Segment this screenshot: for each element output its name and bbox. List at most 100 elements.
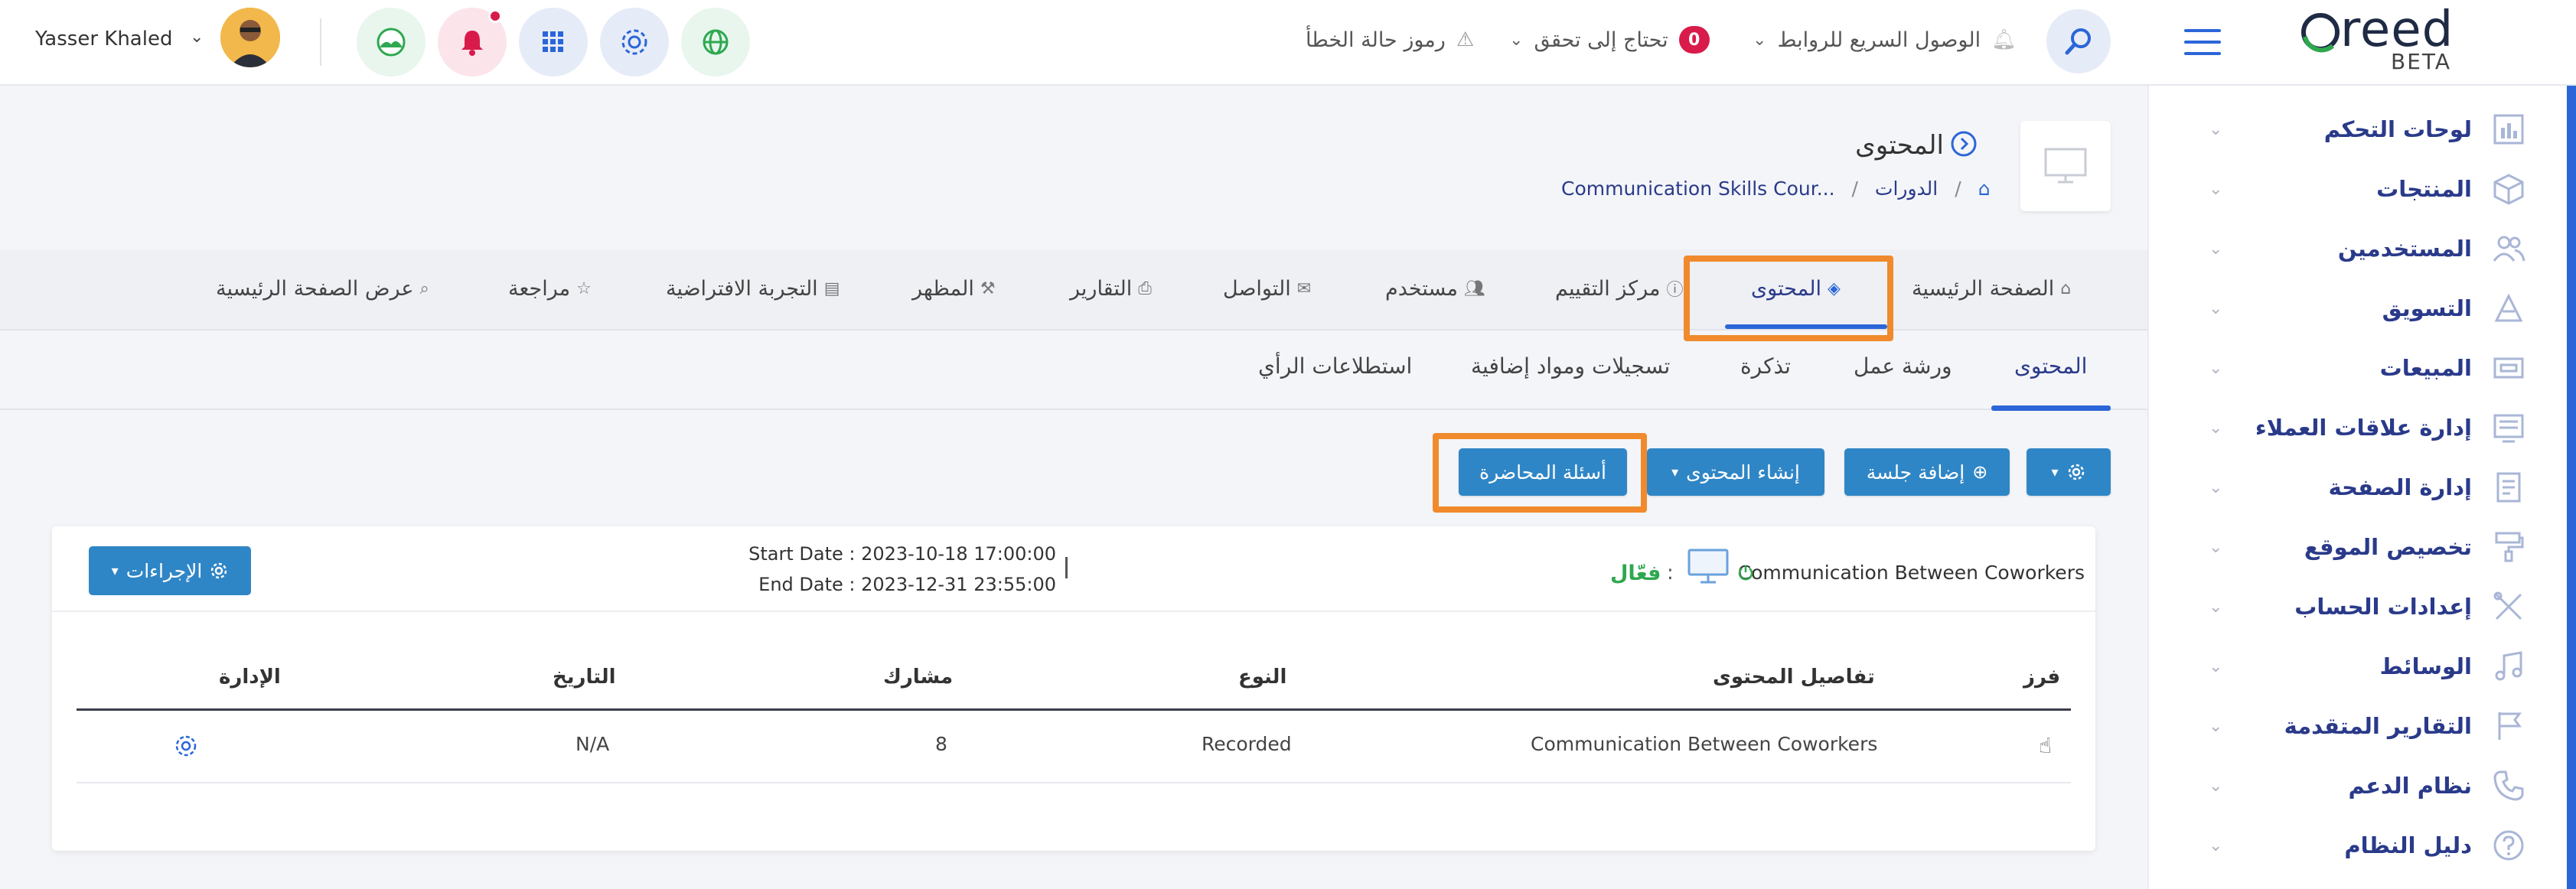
tab-content[interactable]: ◈ المحتوى: [1751, 269, 1841, 308]
sidebar-item-label: دليل النظام: [2344, 832, 2472, 858]
breadcrumb-separator: /: [1955, 177, 1961, 200]
sidebar-item-site-customization[interactable]: ⌄ تخصيص الموقع: [2149, 517, 2576, 577]
table-header-divider: [77, 708, 2071, 711]
page-title: المحتوى: [1855, 130, 1944, 161]
paint-roller-icon: [2490, 529, 2527, 565]
breadcrumb-courses[interactable]: الدورات: [1875, 177, 1938, 200]
sidebar-item-marketing[interactable]: ⌄ التسويق: [2149, 278, 2576, 338]
notifications-button[interactable]: [438, 8, 507, 77]
status-button[interactable]: [357, 8, 426, 77]
scrollbar[interactable]: [2567, 86, 2576, 889]
tab-communication[interactable]: ✉ التواصل: [1223, 269, 1311, 308]
users-icon: [2490, 230, 2527, 267]
search-button[interactable]: [2046, 9, 2111, 73]
page-icon: [2490, 469, 2527, 506]
sidebar-item-advanced-reports[interactable]: ⌄ التقارير المتقدمة: [2149, 696, 2576, 756]
breadcrumb-separator: /: [1851, 177, 1858, 200]
menu-toggle-icon[interactable]: [2184, 29, 2221, 55]
error-codes-label: رموز حالة الخطأ: [1306, 28, 1446, 52]
circle-arrow-icon[interactable]: [1950, 130, 1978, 158]
tab-virtual-experience[interactable]: ▤ التجربة الافتراضية: [666, 269, 840, 308]
subtab-content[interactable]: المحتوى: [2014, 353, 2087, 379]
actions-dropdown-button[interactable]: الإجراءات ▾: [89, 546, 251, 595]
user-menu-chevron-icon[interactable]: ⌄: [190, 28, 204, 47]
tab-label: الصفحة الرئيسية: [1912, 276, 2055, 301]
drag-handle-icon[interactable]: ☝︎: [2039, 733, 2052, 758]
sidebar: ⌄ لوحات التحكم ⌄ المنتجات ⌄ المستخدمين ⌄…: [2147, 86, 2576, 889]
quick-links-dropdown[interactable]: 🔔︎ الوصول السريع للروابط ⌄: [1753, 23, 2017, 57]
sidebar-item-label: التقارير المتقدمة: [2284, 713, 2472, 739]
tab-label: التواصل: [1223, 276, 1291, 301]
gear-icon: [2068, 464, 2084, 480]
lecture-questions-button[interactable]: أسئلة المحاضرة: [1459, 448, 1627, 496]
gear-icon[interactable]: [173, 733, 199, 759]
home-icon[interactable]: ⌂: [1978, 177, 1991, 200]
error-codes-link[interactable]: ⚠ رموز حالة الخطأ: [1306, 23, 1474, 57]
sidebar-item-sales[interactable]: ⌄ المبيعات: [2149, 338, 2576, 398]
chevron-down-icon: ⌄: [2209, 418, 2223, 438]
tab-home[interactable]: ⌂ الصفحة الرئيسية: [1912, 269, 2071, 308]
settings-button[interactable]: [600, 8, 669, 77]
chat-icon: ✉: [1296, 278, 1312, 298]
tab-reports[interactable]: ⎙ التقارير: [1070, 269, 1152, 308]
sidebar-item-account-settings[interactable]: ⌄ إعدادات الحساب: [2149, 577, 2576, 637]
needs-check-badge: 0: [1678, 26, 1710, 54]
tab-user[interactable]: 👥︎ مستخدم: [1385, 269, 1485, 308]
tab-assessment-center[interactable]: ⓘ مركز التقييم: [1555, 269, 1684, 308]
tab-view-homepage[interactable]: ⌕ عرض الصفحة الرئيسية: [216, 269, 429, 308]
layers-icon: ◈: [1828, 278, 1841, 298]
help-icon: [2490, 827, 2527, 864]
sidebar-item-system-guide[interactable]: ⌄ دليل النظام: [2149, 816, 2576, 875]
caret-down-icon: ▾: [2051, 464, 2059, 480]
gear-icon: [621, 29, 647, 55]
tab-label: مركز التقييم: [1555, 276, 1661, 301]
sidebar-item-support-system[interactable]: ⌄ نظام الدعم: [2149, 756, 2576, 816]
create-content-label: إنشاء المحتوى: [1686, 461, 1800, 484]
question-icon: ⓘ: [1666, 281, 1684, 300]
user-name[interactable]: Yasser Khaled: [35, 28, 172, 50]
sidebar-item-dashboards[interactable]: ⌄ لوحات التحكم: [2149, 99, 2576, 159]
topbar-divider: [320, 18, 321, 66]
quick-links-label: الوصول السريع للروابط: [1777, 28, 1981, 52]
subtab-recordings[interactable]: تسجيلات ومواد إضافية: [1471, 353, 1670, 379]
document-icon: ▤: [823, 278, 840, 298]
header-sort[interactable]: فرز: [2023, 666, 2060, 689]
sidebar-item-label: التسويق: [2382, 295, 2472, 321]
create-content-button[interactable]: إنشاء المحتوى ▾: [1647, 448, 1824, 496]
home-icon: ⌂: [2060, 278, 2072, 298]
top-bar: reed BETA 🔔︎ الوصول السريع للروابط ⌄ 0 ت…: [0, 0, 2576, 86]
breadcrumb-current: Communication Skills Cour...: [1561, 177, 1835, 200]
needs-check-label: تحتاج إلى تحقق: [1534, 28, 1668, 52]
dashboard-icon: [2490, 111, 2527, 148]
sidebar-item-users[interactable]: ⌄ المستخدمين: [2149, 219, 2576, 278]
chevron-down-icon: ⌄: [2209, 835, 2223, 855]
add-session-label: إضافة جلسة: [1866, 461, 1965, 484]
tab-label: المظهر: [912, 276, 974, 301]
tab-appearance[interactable]: ⚒ المظهر: [912, 269, 996, 308]
sidebar-item-media[interactable]: ⌄ الوسائط: [2149, 637, 2576, 696]
subtab-workshop[interactable]: ورشة عمل: [1854, 353, 1952, 379]
sidebar-item-products[interactable]: ⌄ المنتجات: [2149, 159, 2576, 219]
sidebar-item-page-management[interactable]: ⌄ إدارة الصفحة: [2149, 458, 2576, 517]
bell-outline-icon: 🔔︎: [1991, 28, 2017, 51]
search-icon: ⌕: [419, 278, 429, 298]
subtab-ticket[interactable]: تذكرة: [1740, 353, 1791, 379]
sidebar-item-label: المنتجات: [2376, 176, 2472, 202]
avatar[interactable]: [220, 8, 280, 67]
language-button[interactable]: [681, 8, 750, 77]
chevron-down-icon: ⌄: [2209, 656, 2223, 676]
subtab-surveys[interactable]: استطلاعات الرأي: [1258, 353, 1412, 379]
printer-icon: ⎙: [1138, 278, 1152, 298]
gear-icon: [211, 562, 227, 579]
needs-check-dropdown[interactable]: 0 تحتاج إلى تحقق ⌄: [1509, 23, 1710, 57]
tab-review[interactable]: ☆ مراجعة: [508, 269, 592, 308]
course-thumbnail: [2020, 121, 2111, 211]
oreed-logo[interactable]: reed BETA: [2293, 2, 2477, 78]
sidebar-item-label: إدارة علاقات العملاء: [2255, 415, 2472, 441]
sidebar-item-crm[interactable]: ⌄ إدارة علاقات العملاء: [2149, 398, 2576, 458]
cell-type: Recorded: [1202, 733, 1292, 755]
apps-button[interactable]: [519, 8, 588, 77]
header-content-details: تفاصيل المحتوى: [1713, 666, 1875, 689]
settings-dropdown-button[interactable]: ▾: [2027, 448, 2111, 496]
add-session-button[interactable]: ⊕ إضافة جلسة: [1844, 448, 2010, 496]
